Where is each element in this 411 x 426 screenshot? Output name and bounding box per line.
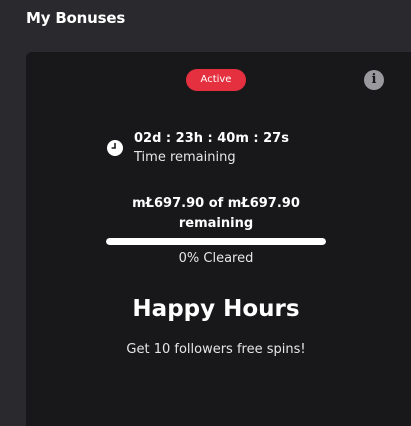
bonus-title: Happy Hours xyxy=(132,296,300,322)
wager-progress-bar xyxy=(106,238,326,245)
clock-icon xyxy=(107,140,123,156)
wager-progress-fill xyxy=(106,238,326,245)
info-icon[interactable]: i xyxy=(364,70,384,90)
remaining-amount-line1: mŁ697.90 of mŁ697.90 xyxy=(132,196,300,211)
page-title: My Bonuses xyxy=(26,9,126,27)
remaining-amount: mŁ697.90 of mŁ697.90 remaining xyxy=(26,194,406,234)
bonus-card: Active i 02d : 23h : 40m : 27s Time rema… xyxy=(26,52,411,426)
time-remaining-value: 02d : 23h : 40m : 27s xyxy=(134,131,289,146)
status-badge: Active xyxy=(186,69,246,91)
remaining-amount-line2: remaining xyxy=(178,216,254,231)
timer: 02d : 23h : 40m : 27s Time remaining xyxy=(134,130,289,167)
time-remaining-label: Time remaining xyxy=(134,150,236,165)
cleared-percentage: 0% Cleared xyxy=(178,251,254,266)
bonus-description: Get 10 followers free spins! xyxy=(126,342,306,357)
